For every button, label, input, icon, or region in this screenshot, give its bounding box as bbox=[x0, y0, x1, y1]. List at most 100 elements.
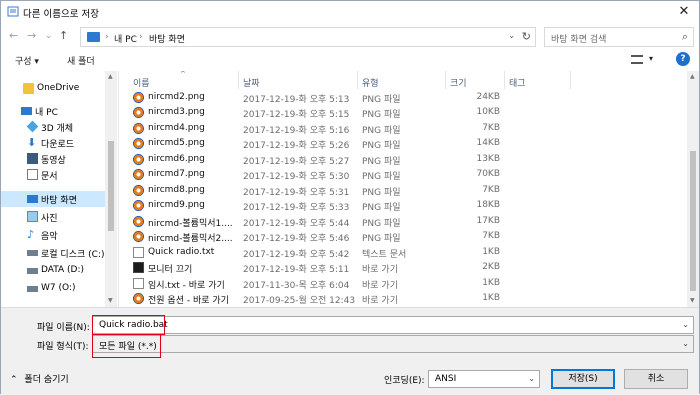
breadcrumb-desktop[interactable]: 바탕 화면 bbox=[149, 32, 185, 45]
file-size: 7KB bbox=[482, 231, 500, 241]
picture-icon bbox=[27, 211, 38, 222]
filetype-select[interactable]: 모든 파일 (*.*) ⌄ bbox=[92, 335, 694, 353]
sidebar-item-local-disk-c[interactable]: 로컬 디스크 (C:) bbox=[1, 245, 117, 261]
file-name: nircmd3.png bbox=[148, 107, 205, 117]
sidebar-item-data-d[interactable]: DATA (D:) bbox=[1, 263, 117, 279]
file-name: nircmd9.png bbox=[148, 200, 205, 210]
file-type: PNG 파일 bbox=[362, 157, 401, 167]
file-row[interactable]: nircmd5.png 2017-12-19-화 오후 5:26 PNG 파일 14K… bbox=[120, 136, 680, 151]
file-row[interactable]: nircmd3.png 2017-12-19-화 오후 5:15 PNG 파일 10K… bbox=[120, 105, 680, 120]
png-icon bbox=[133, 216, 144, 227]
sidebar-item-downloads[interactable]: ⬇ 다운로드 bbox=[1, 135, 117, 151]
save-button[interactable]: 저장(S) bbox=[551, 369, 615, 389]
filename-dropdown-icon[interactable]: ⌄ bbox=[682, 320, 689, 329]
sidebar-item-label: 사진 bbox=[41, 214, 58, 224]
sidebar-item-label: 3D 개체 bbox=[41, 124, 74, 134]
back-button[interactable]: ← bbox=[9, 29, 18, 42]
file-row[interactable]: Quick radio.txt 2017-12-19-화 오후 5:42 텍스트 문… bbox=[120, 245, 680, 260]
file-list-scroll-thumb[interactable] bbox=[690, 151, 696, 291]
sidebar-item-this-pc[interactable]: 내 PC bbox=[1, 103, 117, 119]
file-type: 텍스트 문서 bbox=[362, 250, 407, 260]
file-row[interactable]: nircmd7.png 2017-12-19-화 오후 5:30 PNG 파일 70K… bbox=[120, 167, 680, 182]
file-size: 1KB bbox=[482, 293, 500, 303]
refresh-button[interactable]: ↻ bbox=[522, 30, 531, 43]
column-separator[interactable] bbox=[238, 71, 239, 89]
sidebar-item-documents[interactable]: 문서 bbox=[1, 167, 117, 183]
png-icon bbox=[133, 169, 144, 180]
encoding-select[interactable]: ANSI ⌄ bbox=[428, 370, 540, 388]
sidebar-item-label: 바탕 화면 bbox=[41, 196, 77, 206]
file-row[interactable]: 전원 옵션 - 바로 가기 2017-09-25-월 오전 12:43 바로 가기 1… bbox=[120, 291, 680, 306]
forward-button[interactable]: → bbox=[27, 29, 36, 42]
file-row[interactable]: nircmd4.png 2017-12-19-화 오후 5:16 PNG 파일 7KB bbox=[120, 121, 680, 136]
sidebar-item-videos[interactable]: 동영상 bbox=[1, 151, 117, 167]
cancel-button[interactable]: 취소 bbox=[624, 369, 688, 389]
file-row[interactable]: nircmd-볼륨믹서2.... 2017-12-19-화 오후 5:46 PNG … bbox=[120, 229, 680, 244]
scroll-down-icon[interactable]: ▼ bbox=[108, 297, 113, 304]
file-size: 70KB bbox=[476, 169, 500, 179]
png-icon bbox=[133, 138, 144, 149]
file-row[interactable]: 모니터 끄기 2017-12-19-화 오후 5:11 바로 가기 2KB bbox=[120, 260, 680, 275]
column-separator[interactable] bbox=[445, 71, 446, 89]
recent-locations-button[interactable]: ⌄ bbox=[45, 31, 53, 41]
drive-icon bbox=[27, 268, 38, 274]
download-icon: ⬇ bbox=[27, 136, 37, 149]
column-separator[interactable] bbox=[504, 71, 505, 89]
breadcrumb-pc[interactable]: 내 PC bbox=[114, 32, 137, 45]
shortcut-icon bbox=[133, 293, 144, 304]
save-as-dialog: 다른 이름으로 저장 ✕ ← → ⌄ ↑ › 내 PC › 바탕 화면 ⌄ ↻ … bbox=[0, 0, 700, 395]
file-row[interactable]: nircmd-볼륨믹서1.... 2017-12-19-화 오후 5:44 PNG … bbox=[120, 214, 680, 229]
file-row[interactable]: nircmd6.png 2017-12-19-화 오후 5:27 PNG 파일 13K… bbox=[120, 152, 680, 167]
file-type: PNG 파일 bbox=[362, 234, 401, 244]
video-icon bbox=[27, 153, 38, 164]
up-button[interactable]: ↑ bbox=[59, 29, 68, 42]
png-icon bbox=[133, 231, 144, 242]
sidebar-item-desktop[interactable]: 바탕 화면 bbox=[1, 191, 117, 207]
address-bar[interactable]: › 내 PC › 바탕 화면 ⌄ ↻ bbox=[80, 27, 536, 47]
hide-folders-toggle[interactable]: ⌃ 폴더 숨기기 bbox=[10, 372, 69, 385]
scroll-up-icon[interactable]: ▲ bbox=[108, 73, 113, 80]
sidebar-scrollbar[interactable]: ▲ ▼ bbox=[105, 71, 117, 307]
search-input[interactable]: 바탕 화면 검색 ⌕ bbox=[544, 27, 694, 47]
file-row[interactable]: nircmd9.png 2017-12-19-화 오후 5:33 PNG 파일 18K… bbox=[120, 198, 680, 213]
png-icon bbox=[133, 107, 144, 118]
file-list: 이름 ^ 날짜 유형 크기 태그 nircmd2.png 2017-12-19-화… bbox=[120, 71, 699, 307]
document-icon bbox=[27, 169, 38, 180]
sort-ascending-icon: ^ bbox=[180, 71, 186, 78]
help-icon[interactable]: ? bbox=[676, 52, 690, 66]
view-options-icon[interactable] bbox=[631, 55, 643, 64]
file-row[interactable]: 임시.txt - 바로 가기 2017-11-30-목 오후 6:04 바로 가기 1… bbox=[120, 276, 680, 291]
file-row[interactable]: nircmd2.png 2017-12-19-화 오후 5:13 PNG 파일 24K… bbox=[120, 90, 680, 105]
column-separator[interactable] bbox=[357, 71, 358, 89]
address-dropdown-icon[interactable]: ⌄ bbox=[508, 31, 515, 40]
scroll-up-icon[interactable]: ▲ bbox=[690, 73, 695, 80]
encoding-dropdown-icon[interactable]: ⌄ bbox=[528, 374, 535, 383]
scroll-down-icon[interactable]: ▼ bbox=[690, 297, 695, 304]
file-name: 임시.txt - 바로 가기 bbox=[148, 281, 225, 291]
filename-input[interactable]: Quick radio.bat ⌄ bbox=[92, 316, 694, 334]
file-row[interactable]: nircmd8.png 2017-12-19-화 오후 5:31 PNG 파일 7KB bbox=[120, 183, 680, 198]
file-size: 10KB bbox=[476, 107, 500, 117]
column-separator[interactable] bbox=[570, 71, 571, 89]
file-name: nircmd5.png bbox=[148, 138, 205, 148]
close-button[interactable]: ✕ bbox=[669, 1, 699, 23]
file-date: 2017-11-30-목 오후 6:04 bbox=[243, 281, 350, 291]
search-icon: ⌕ bbox=[681, 30, 688, 43]
sidebar-item-pictures[interactable]: 사진 bbox=[1, 209, 117, 225]
sidebar-item-w7-o[interactable]: W7 (O:) bbox=[1, 281, 117, 297]
view-dropdown-icon[interactable]: ▾ bbox=[649, 54, 653, 63]
text-file-icon bbox=[133, 247, 144, 258]
sidebar-item-3d-objects[interactable]: 3D 개체 bbox=[1, 119, 117, 135]
new-folder-button[interactable]: 새 폴더 bbox=[67, 54, 95, 67]
organize-button[interactable]: 구성 ▾ bbox=[15, 54, 39, 67]
sidebar-item-music[interactable]: ♪ 음악 bbox=[1, 227, 117, 243]
file-list-scrollbar[interactable]: ▲ ▼ bbox=[687, 71, 699, 307]
sidebar-item-onedrive[interactable]: OneDrive bbox=[1, 81, 117, 97]
file-type: PNG 파일 bbox=[362, 219, 401, 229]
file-size: 24KB bbox=[476, 92, 500, 102]
filetype-dropdown-icon[interactable]: ⌄ bbox=[682, 339, 689, 348]
window-title: 다른 이름으로 저장 bbox=[23, 9, 99, 20]
sidebar-item-label: W7 (O:) bbox=[41, 283, 76, 293]
sidebar-scroll-thumb[interactable] bbox=[108, 141, 114, 231]
file-type: PNG 파일 bbox=[362, 95, 401, 105]
